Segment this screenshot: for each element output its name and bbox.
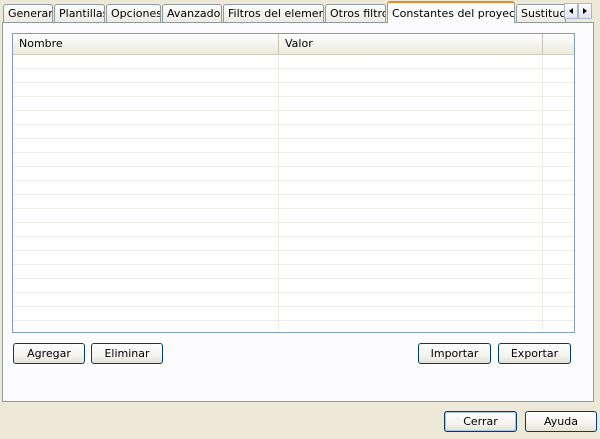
arrow-right-icon bbox=[583, 8, 587, 14]
add-button[interactable]: Agregar bbox=[13, 343, 85, 364]
tab-scroll-right-button[interactable] bbox=[578, 3, 592, 19]
remove-button[interactable]: Eliminar bbox=[91, 343, 163, 364]
tab-page-constantes: Nombre Valor Agregar Eliminar Importar E… bbox=[2, 22, 594, 402]
tab-generar[interactable]: Generar bbox=[3, 4, 53, 22]
tab-label: Opciones bbox=[111, 7, 161, 20]
tab-scroll-left-button[interactable] bbox=[564, 3, 578, 19]
close-button[interactable]: Cerrar bbox=[444, 411, 517, 432]
tab-scroll-buttons bbox=[564, 3, 592, 19]
tab-plantillas[interactable]: Plantillas bbox=[54, 4, 105, 22]
tab-strip: Generar Plantillas Opciones Avanzado Fil… bbox=[0, 0, 600, 23]
tab-label: Constantes del proyecto bbox=[392, 7, 515, 20]
tab-label: Generar bbox=[8, 7, 53, 20]
tab-constantes-del-proyecto[interactable]: Constantes del proyecto bbox=[387, 1, 515, 23]
column-header-nombre[interactable]: Nombre bbox=[13, 34, 279, 54]
export-button[interactable]: Exportar bbox=[498, 343, 571, 364]
column-divider bbox=[542, 55, 543, 332]
tab-opciones[interactable]: Opciones bbox=[106, 4, 161, 22]
tab-avanzado[interactable]: Avanzado bbox=[162, 4, 222, 22]
help-button[interactable]: Ayuda bbox=[525, 411, 597, 432]
constants-list[interactable]: Nombre Valor bbox=[12, 33, 575, 333]
tab-label: Plantillas bbox=[59, 7, 105, 20]
column-divider bbox=[278, 55, 279, 332]
tab-label: Sustitució bbox=[521, 7, 566, 20]
list-body[interactable] bbox=[13, 55, 574, 332]
tab-filtros-del-elemento[interactable]: Filtros del elemento bbox=[223, 4, 324, 22]
tab-label: Avanzado bbox=[167, 7, 221, 20]
tab-sustitucion[interactable]: Sustitució bbox=[516, 4, 566, 22]
tab-label: Otros filtros bbox=[330, 7, 385, 20]
tab-otros-filtros[interactable]: Otros filtros bbox=[325, 4, 386, 22]
tab-label: Filtros del elemento bbox=[228, 7, 323, 20]
column-header-valor[interactable]: Valor bbox=[279, 34, 543, 54]
import-button[interactable]: Importar bbox=[418, 343, 491, 364]
column-header-filler bbox=[543, 34, 574, 54]
arrow-left-icon bbox=[569, 8, 573, 14]
project-options-dialog: Generar Plantillas Opciones Avanzado Fil… bbox=[0, 0, 600, 439]
list-header: Nombre Valor bbox=[13, 34, 574, 55]
